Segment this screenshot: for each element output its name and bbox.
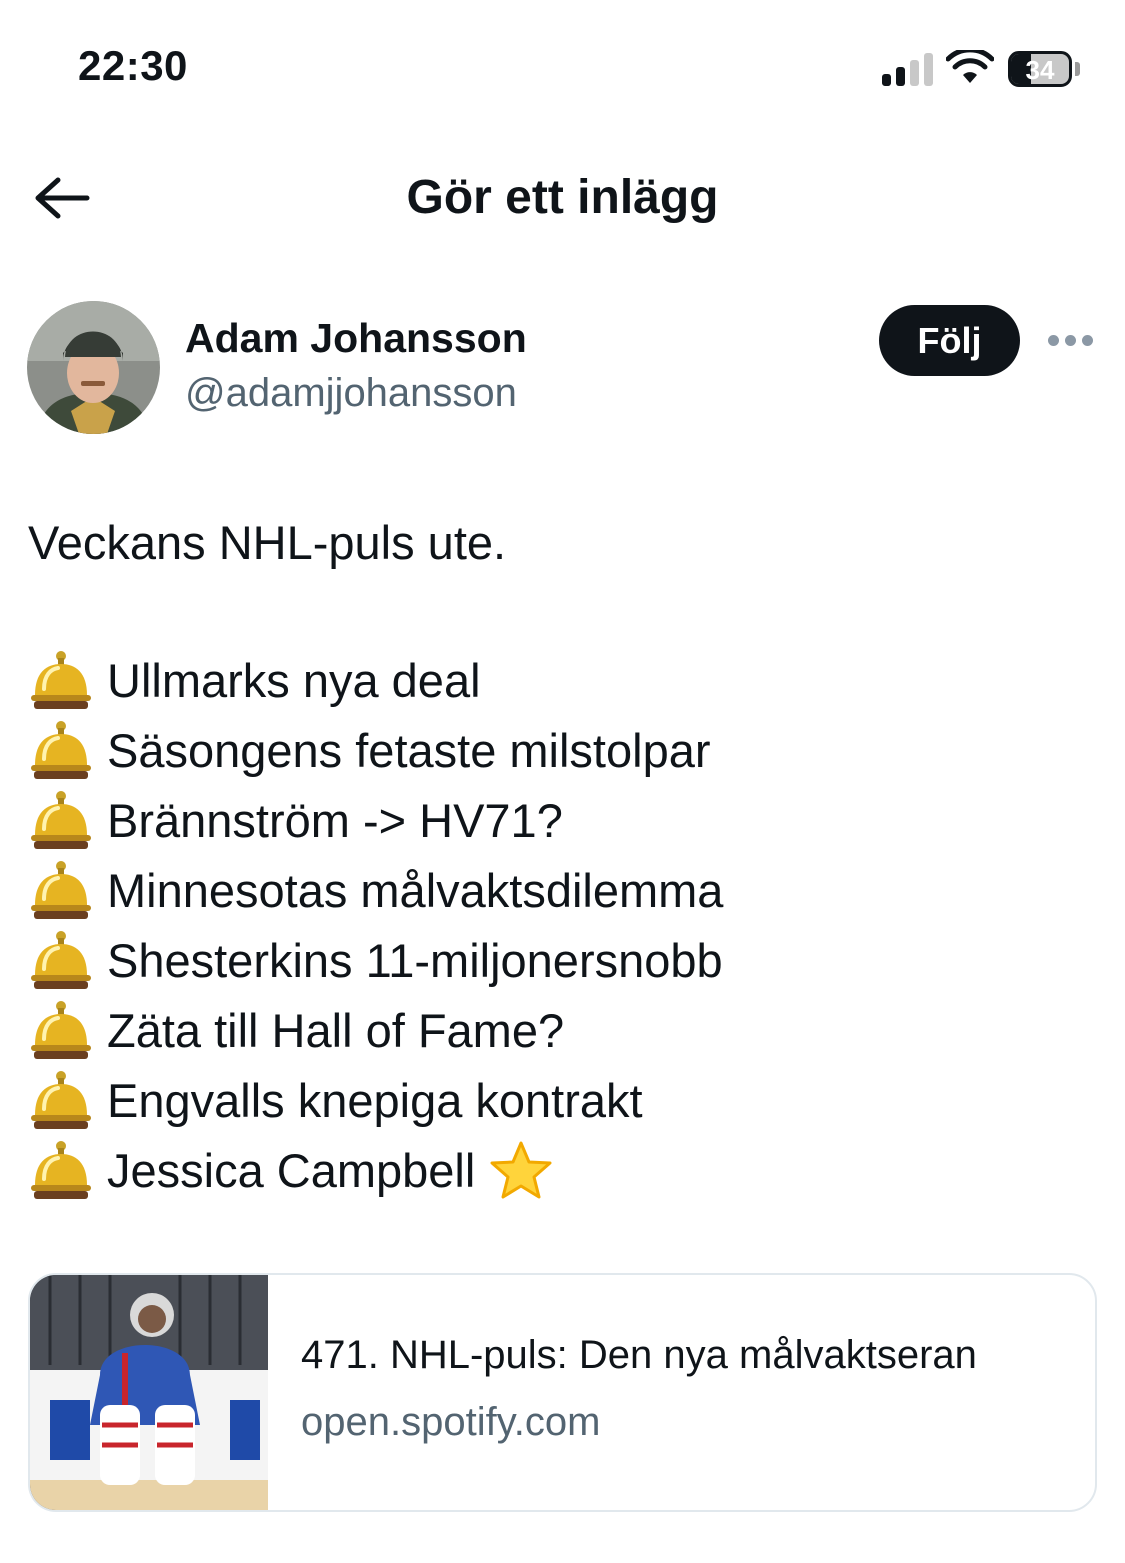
list-item-label: Brännström -> HV71? [107, 793, 563, 847]
author-name[interactable]: Adam Johansson [185, 315, 527, 362]
avatar[interactable] [27, 301, 160, 434]
post-list: Ullmarks nya deal Säsongens fetaste milst… [28, 645, 723, 1205]
list-item: Zäta till Hall of Fame? [28, 995, 723, 1065]
list-item-label: Jessica Campbell [107, 1143, 476, 1197]
bellhop-bell-icon [28, 1069, 94, 1131]
star-icon [489, 1140, 553, 1200]
link-card[interactable]: 471. NHL-puls: Den nya målvaktseran open… [28, 1273, 1097, 1512]
bellhop-bell-icon [28, 929, 94, 991]
bellhop-bell-icon [28, 1139, 94, 1201]
link-card-title[interactable]: 471. NHL-puls: Den nya målvaktseran [301, 1333, 977, 1378]
bellhop-bell-icon [28, 789, 94, 851]
list-item: Brännström -> HV71? [28, 785, 723, 855]
status-time: 22:30 [78, 42, 188, 89]
list-item: Jessica Campbell [28, 1135, 723, 1205]
ellipsis-icon[interactable] [1048, 335, 1094, 347]
list-item: Säsongens fetaste milstolpar [28, 715, 723, 785]
wifi-icon [946, 50, 994, 83]
bellhop-bell-icon [28, 719, 94, 781]
battery-percent: 34 [1025, 55, 1055, 85]
bellhop-bell-icon [28, 859, 94, 921]
list-item: Minnesotas målvaktsdilemma [28, 855, 723, 925]
list-item-label: Zäta till Hall of Fame? [107, 1003, 565, 1057]
author-handle[interactable]: @adamjjohansson [185, 371, 517, 416]
list-item: Ullmarks nya deal [28, 645, 723, 715]
follow-button[interactable]: Följ [879, 305, 1020, 376]
list-item: Engvalls knepiga kontrakt [28, 1065, 723, 1135]
list-item-label: Minnesotas målvaktsdilemma [107, 863, 724, 917]
cellular-signal-icon [882, 52, 934, 86]
list-item-label: Engvalls knepiga kontrakt [107, 1073, 643, 1127]
link-card-domain[interactable]: open.spotify.com [301, 1400, 600, 1445]
list-item-label: Säsongens fetaste milstolpar [107, 723, 711, 777]
post-text: Veckans NHL-puls ute. [28, 516, 507, 569]
bellhop-bell-icon [28, 649, 94, 711]
hockey-goalie-thumbnail [30, 1275, 268, 1510]
list-item: Shesterkins 11-miljonersnobb [28, 925, 723, 995]
battery-icon: 34 [1008, 51, 1072, 87]
battery-tip [1075, 62, 1080, 76]
page-title: Gör ett inlägg [406, 171, 719, 224]
bellhop-bell-icon [28, 999, 94, 1061]
list-item-label: Ullmarks nya deal [107, 653, 481, 707]
list-item-label: Shesterkins 11-miljonersnobb [107, 933, 723, 987]
